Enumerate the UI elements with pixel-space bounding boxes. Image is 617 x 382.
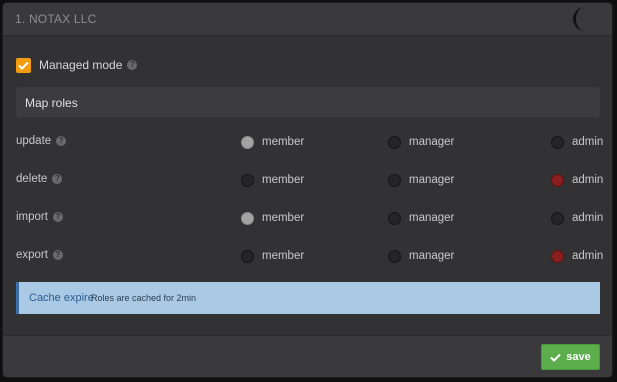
- managed-mode-label: Managed mode: [39, 58, 123, 72]
- radio-button[interactable]: [388, 173, 401, 187]
- check-icon: [18, 61, 29, 70]
- radio-button[interactable]: [551, 135, 564, 149]
- radio-button[interactable]: [388, 135, 401, 149]
- question-circle-icon[interactable]: ?: [52, 173, 63, 184]
- alert-message: Roles are cached for 2min: [91, 293, 197, 303]
- save-button[interactable]: save: [541, 344, 600, 370]
- dialog-footer: save: [3, 335, 612, 377]
- role-option-member[interactable]: member: [241, 208, 304, 228]
- role-option-member[interactable]: member: [241, 170, 304, 190]
- role-row-import: import? member manager admin: [3, 208, 612, 228]
- role-option-manager[interactable]: manager: [388, 208, 454, 228]
- radio-button[interactable]: [241, 211, 254, 225]
- dialog-header: 1. NOTAX LLC: [3, 3, 612, 36]
- dialog-title: 1. NOTAX LLC: [15, 12, 97, 26]
- role-option-admin[interactable]: admin: [551, 132, 603, 152]
- radio-button[interactable]: [241, 173, 254, 187]
- radio-button[interactable]: [388, 211, 401, 225]
- role-option-manager[interactable]: manager: [388, 132, 454, 152]
- radio-button[interactable]: [551, 173, 564, 187]
- question-circle-icon[interactable]: ?: [52, 249, 63, 260]
- role-name: update?: [16, 135, 67, 147]
- role-option-member[interactable]: member: [241, 246, 304, 266]
- cache-alert: Cache expire Roles are cached for 2min: [16, 282, 600, 314]
- role-name: export?: [16, 249, 63, 261]
- question-circle-icon[interactable]: ?: [56, 135, 67, 146]
- managed-mode-checkbox[interactable]: [16, 57, 31, 73]
- role-option-admin[interactable]: admin: [551, 170, 603, 190]
- question-circle-icon[interactable]: ?: [127, 60, 138, 70]
- save-label: save: [566, 351, 591, 363]
- radio-button[interactable]: [241, 249, 254, 263]
- role-row-delete: delete? member manager admin: [3, 170, 612, 190]
- loading-spinner-icon: [573, 7, 597, 31]
- role-option-manager[interactable]: manager: [388, 170, 454, 190]
- alert-title: Cache expire: [29, 292, 94, 304]
- map-roles-section: Map roles: [16, 87, 600, 117]
- role-option-admin[interactable]: admin: [551, 208, 603, 228]
- role-name: delete?: [16, 173, 63, 185]
- role-option-admin[interactable]: admin: [551, 246, 603, 266]
- radio-button[interactable]: [388, 249, 401, 263]
- role-name: import?: [16, 211, 63, 223]
- role-row-update: update? member manager admin: [3, 132, 612, 152]
- role-row-export: export? member manager admin: [3, 246, 612, 266]
- check-icon: [550, 353, 561, 362]
- managed-mode-field: Managed mode ?: [16, 56, 138, 74]
- radio-button[interactable]: [241, 135, 254, 149]
- question-circle-icon[interactable]: ?: [52, 211, 63, 222]
- dialog: 1. NOTAX LLC Managed mode ? Map roles up…: [3, 3, 612, 377]
- radio-button[interactable]: [551, 249, 564, 263]
- dialog-body: Managed mode ? Map roles update? member …: [3, 36, 612, 335]
- radio-button[interactable]: [551, 211, 564, 225]
- map-roles-heading: Map roles: [25, 96, 78, 110]
- role-option-manager[interactable]: manager: [388, 246, 454, 266]
- role-option-member[interactable]: member: [241, 132, 304, 152]
